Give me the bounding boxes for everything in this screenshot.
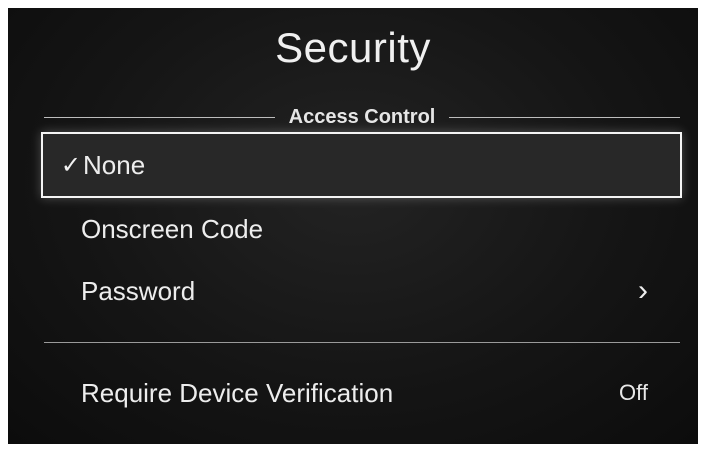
menu-item-none[interactable]: ✓ None <box>41 132 682 198</box>
section-header-label: Access Control <box>288 105 436 128</box>
setting-value: Off <box>619 380 648 405</box>
section-divider <box>44 342 680 343</box>
header-rule-left <box>44 116 275 118</box>
checkmark-icon: ✓ <box>60 151 81 179</box>
menu-item-require-device-verification[interactable]: Require Device Verification Off <box>41 360 682 426</box>
section-header-access-control: Access Control <box>44 104 680 130</box>
menu-item-label: Onscreen Code <box>81 213 264 244</box>
menu-item-onscreen-code[interactable]: Onscreen Code <box>41 196 682 262</box>
menu-item-label: Require Device Verification <box>81 377 394 408</box>
header-rule-right <box>449 116 680 118</box>
page-title: Security <box>275 24 431 71</box>
menu-item-label: Password <box>81 275 196 306</box>
menu-item-password[interactable]: Password › <box>41 258 682 324</box>
tv-screen: Security Access Control ✓ None Onscreen … <box>8 8 698 444</box>
menu-item-label: None <box>83 149 146 180</box>
chevron-right-icon: › <box>638 274 648 307</box>
